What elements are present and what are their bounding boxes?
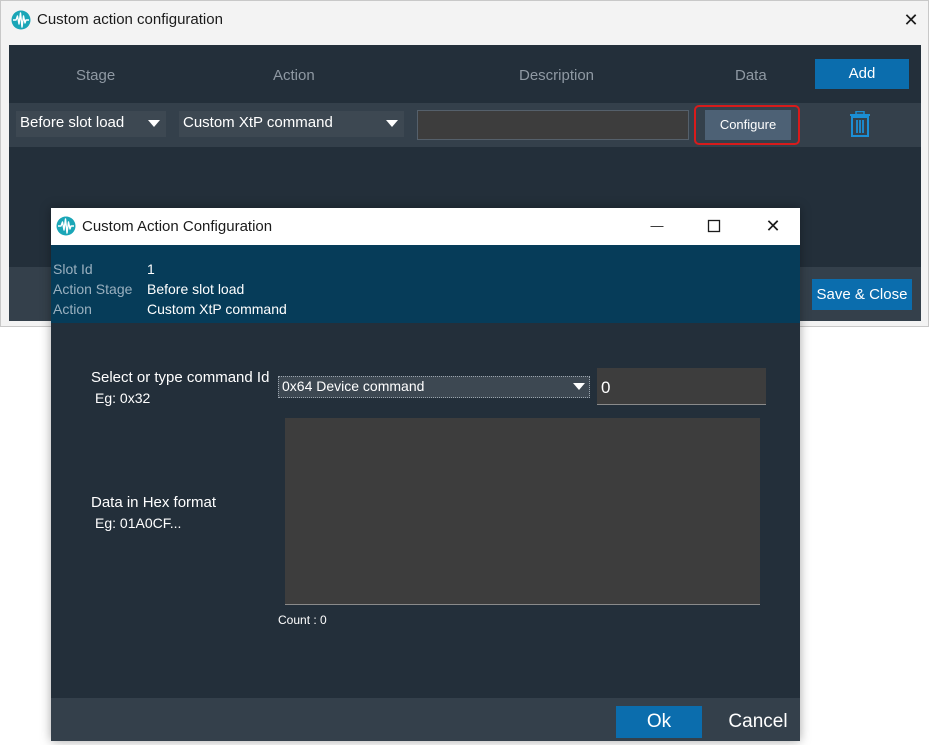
window-title: Custom action configuration xyxy=(37,11,223,28)
command-id-dropdown-value: 0x64 Device command xyxy=(282,378,425,394)
hex-data-textarea[interactable] xyxy=(285,418,760,605)
dialog-titlebar: Custom Action Configuration — ✕ xyxy=(51,208,800,245)
command-id-label: Select or type command Id xyxy=(91,369,270,386)
description-input[interactable] xyxy=(417,110,689,140)
chevron-down-icon xyxy=(148,120,160,127)
column-header-stage: Stage xyxy=(76,67,116,84)
hex-data-example: Eg: 01A0CF... xyxy=(95,515,182,531)
stage-dropdown[interactable]: Before slot load xyxy=(16,111,166,137)
slot-id-label: Slot Id xyxy=(53,261,93,277)
action-stage-label: Action Stage xyxy=(53,281,133,297)
chevron-down-icon xyxy=(573,383,585,390)
action-dropdown-value: Custom XtP command xyxy=(183,114,333,131)
column-header-data: Data xyxy=(735,67,767,84)
byte-count-label: Count : 0 xyxy=(278,613,327,627)
add-button[interactable]: Add xyxy=(815,59,909,89)
save-close-button[interactable]: Save & Close xyxy=(812,279,912,310)
main-titlebar: Custom action configuration ✕ xyxy=(1,1,928,39)
stage-dropdown-value: Before slot load xyxy=(20,114,125,131)
configure-button[interactable]: Configure xyxy=(705,110,791,140)
column-header-action: Action xyxy=(273,67,315,84)
action-value: Custom XtP command xyxy=(147,301,287,317)
cancel-button[interactable]: Cancel xyxy=(723,706,793,738)
action-dropdown[interactable]: Custom XtP command xyxy=(179,111,404,137)
minimize-icon[interactable]: — xyxy=(641,213,673,239)
dialog-footer: Ok Cancel xyxy=(51,698,800,741)
action-label: Action xyxy=(53,301,92,317)
waveform-app-icon xyxy=(11,10,31,30)
trash-icon[interactable] xyxy=(849,111,871,137)
dialog-info-header: Slot Id 1 Action Stage Before slot load … xyxy=(51,245,800,323)
command-id-example: Eg: 0x32 xyxy=(95,390,151,406)
chevron-down-icon xyxy=(386,120,398,127)
waveform-app-icon xyxy=(56,216,76,236)
close-icon[interactable]: ✕ xyxy=(898,7,924,33)
custom-action-dialog: Custom Action Configuration — ✕ Slot Id … xyxy=(51,208,800,741)
command-id-dropdown[interactable]: 0x64 Device command xyxy=(278,376,590,398)
maximize-icon[interactable] xyxy=(698,213,730,239)
close-icon[interactable]: ✕ xyxy=(757,213,789,239)
action-stage-value: Before slot load xyxy=(147,281,245,297)
command-id-input[interactable]: 0 xyxy=(597,368,766,405)
column-header-description: Description xyxy=(519,67,595,84)
hex-data-label: Data in Hex format xyxy=(91,494,217,511)
dialog-title: Custom Action Configuration xyxy=(82,218,273,235)
slot-id-value: 1 xyxy=(147,261,155,277)
ok-button[interactable]: Ok xyxy=(616,706,702,738)
